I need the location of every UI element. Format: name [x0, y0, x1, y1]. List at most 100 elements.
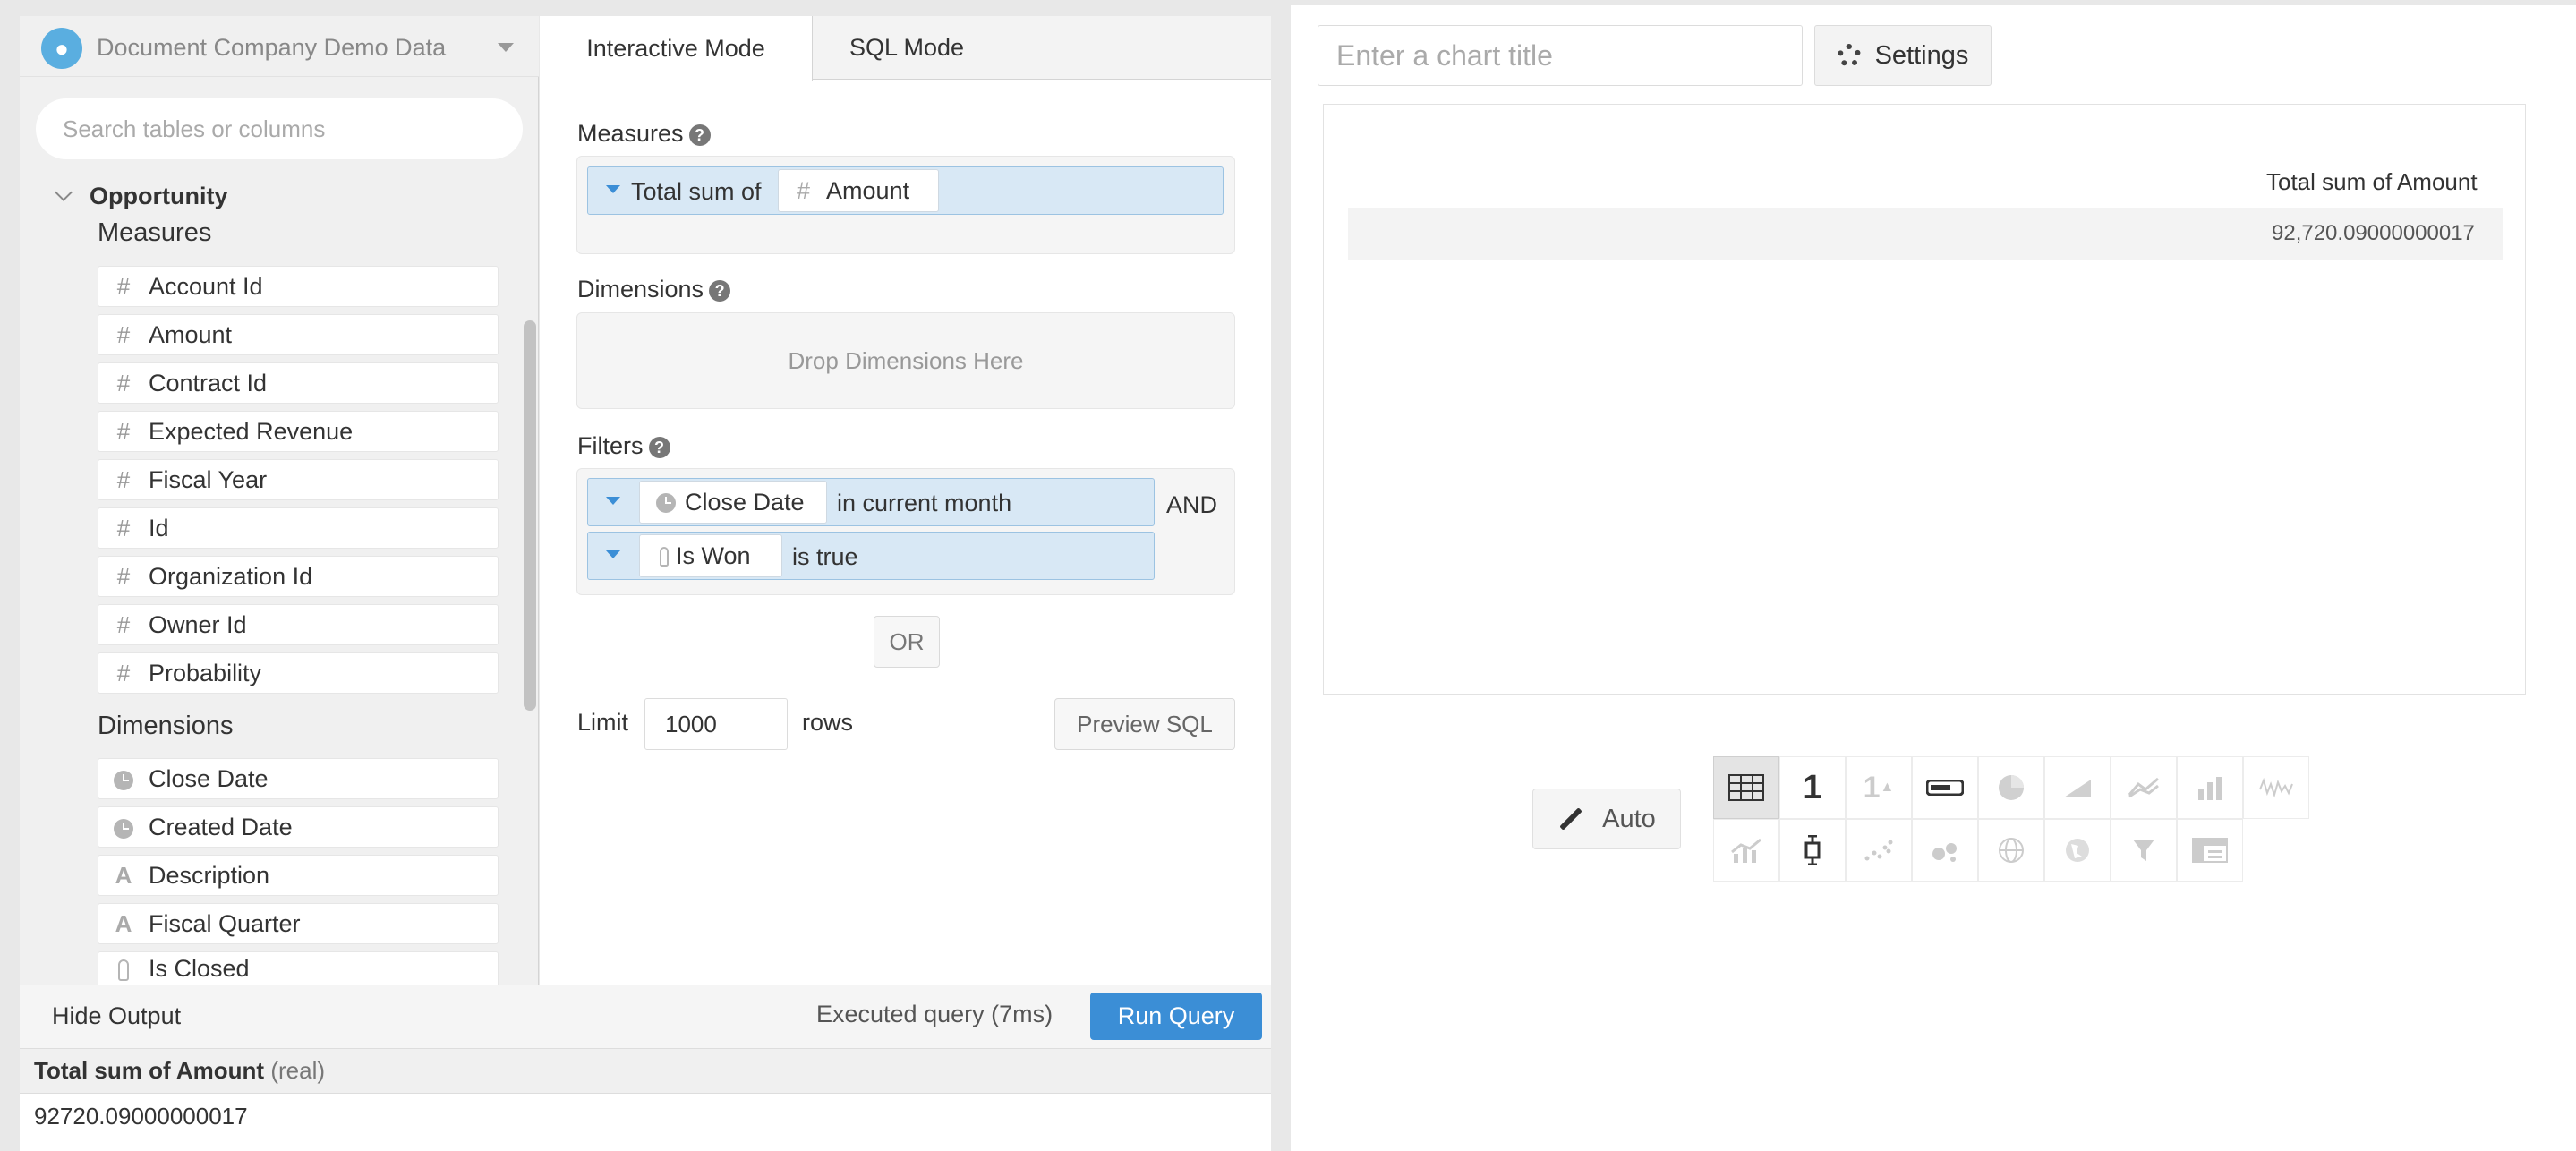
filters-label: Filters?: [577, 432, 670, 460]
measure-field[interactable]: # Probability: [98, 652, 499, 694]
viz-sparkline-icon[interactable]: [2243, 756, 2309, 819]
tab-sql-mode[interactable]: SQL Mode: [813, 16, 1001, 80]
measure-field[interactable]: # Fiscal Year: [98, 459, 499, 500]
viz-combo-icon[interactable]: [1713, 819, 1779, 882]
field-label: Organization Id: [149, 562, 313, 590]
viz-progress-icon[interactable]: [1912, 756, 1978, 819]
preview-sql-button[interactable]: Preview SQL: [1054, 698, 1235, 750]
field-label: Expected Revenue: [149, 417, 354, 445]
measure-field[interactable]: # Id: [98, 507, 499, 549]
hide-output-button[interactable]: Hide Output: [52, 1002, 181, 1030]
hash-icon: #: [116, 320, 131, 348]
run-query-button[interactable]: Run Query: [1090, 993, 1262, 1040]
text-icon: A: [115, 909, 132, 937]
settings-button[interactable]: Settings: [1814, 25, 1992, 86]
results-cell: 92720.09000000017: [34, 1103, 248, 1130]
hash-icon: #: [116, 659, 131, 686]
viz-area-icon[interactable]: [2044, 756, 2111, 819]
column-type: (real): [270, 1057, 325, 1084]
field-label: Created Date: [149, 813, 293, 840]
dimensions-label: Dimensions?: [577, 276, 731, 303]
aggregation-label[interactable]: Total sum of: [631, 178, 762, 206]
chevron-down-icon[interactable]: [498, 43, 514, 52]
measure-field-chip[interactable]: # Amount: [778, 169, 939, 212]
magic-wand-icon: [1559, 807, 1582, 831]
filter-field-chip[interactable]: Close Date: [639, 481, 827, 524]
boolean-icon: [660, 542, 669, 570]
dimension-field[interactable]: Created Date: [98, 806, 499, 848]
preview-column-header: Total sum of Amount: [2266, 168, 2478, 195]
sidebar-scroll-thumb[interactable]: [524, 320, 536, 711]
viz-pivot-icon[interactable]: [2177, 819, 2243, 882]
hash-icon: #: [116, 610, 131, 638]
measure-field[interactable]: # Organization Id: [98, 556, 499, 597]
viz-table-icon[interactable]: [1713, 756, 1779, 819]
caret-down-icon[interactable]: [606, 497, 620, 505]
viz-bar-icon[interactable]: [2177, 756, 2243, 819]
measures-heading: Measures: [98, 218, 212, 247]
dimension-field[interactable]: Close Date: [98, 758, 499, 799]
field-label: Fiscal Quarter: [149, 909, 301, 937]
dimension-field[interactable]: A Description: [98, 855, 499, 896]
field-label: Is Closed: [149, 954, 250, 982]
viz-globe-icon[interactable]: [1978, 819, 2044, 882]
viz-funnel-icon[interactable]: [2111, 819, 2177, 882]
measure-field[interactable]: # Expected Revenue: [98, 411, 499, 452]
help-icon[interactable]: ?: [648, 436, 670, 458]
boolean-icon: [98, 955, 149, 983]
schema-search-input[interactable]: [36, 98, 523, 159]
clock-icon: [98, 765, 149, 793]
auto-viz-button[interactable]: Auto: [1532, 789, 1681, 849]
help-icon[interactable]: ?: [709, 279, 731, 302]
filter-field-label: Is Won: [676, 541, 751, 569]
dimension-field[interactable]: A Fiscal Quarter: [98, 903, 499, 944]
or-button[interactable]: OR: [874, 616, 940, 668]
tab-interactive-mode[interactable]: Interactive Mode: [540, 16, 813, 81]
hash-icon: #: [116, 369, 131, 396]
dimensions-dropzone[interactable]: Drop Dimensions Here: [576, 312, 1235, 409]
field-label: Close Date: [149, 764, 269, 792]
chart-title-input[interactable]: [1318, 25, 1803, 86]
measure-field[interactable]: # Amount: [98, 314, 499, 355]
measures-label: Measures?: [577, 120, 711, 148]
viz-number-icon[interactable]: 1: [1779, 756, 1846, 819]
viz-scatter-icon[interactable]: [1846, 819, 1912, 882]
hash-icon: #: [116, 465, 131, 493]
measure-field[interactable]: # Contract Id: [98, 362, 499, 404]
hash-icon: #: [797, 176, 811, 204]
measure-field[interactable]: # Account Id: [98, 266, 499, 307]
text-icon: A: [115, 861, 132, 889]
field-label: Description: [149, 861, 270, 889]
results-column-header: Total sum of Amount (real): [34, 1057, 325, 1084]
preview-cell: 92,720.09000000017: [2272, 221, 2475, 245]
dimension-field[interactable]: Is Closed: [98, 951, 499, 985]
and-operator[interactable]: AND: [1166, 491, 1217, 519]
table-name[interactable]: Opportunity: [90, 183, 227, 210]
field-label: Contract Id: [149, 369, 268, 396]
hash-icon: #: [116, 514, 131, 541]
limit-input[interactable]: [644, 698, 788, 750]
field-label: Amount: [149, 320, 233, 348]
viz-line-icon[interactable]: [2111, 756, 2177, 819]
field-label: Owner Id: [149, 610, 247, 638]
rows-label: rows: [802, 709, 854, 736]
hash-icon: #: [116, 417, 131, 445]
caret-down-icon[interactable]: [606, 550, 620, 558]
viz-pie-icon[interactable]: [1978, 756, 2044, 819]
field-label: Account Id: [149, 272, 263, 300]
hash-icon: #: [116, 562, 131, 590]
viz-number-trend-icon[interactable]: 1 ▲: [1846, 756, 1912, 819]
measure-field[interactable]: # Owner Id: [98, 604, 499, 645]
viz-geo-icon[interactable]: [2044, 819, 2111, 882]
viz-box-plot-icon[interactable]: [1779, 819, 1846, 882]
viz-bubble-icon[interactable]: [1912, 819, 1978, 882]
datasource-logo-icon: ●: [41, 28, 82, 69]
datasource-name[interactable]: Document Company Demo Data: [97, 32, 446, 63]
caret-down-icon[interactable]: [606, 185, 620, 193]
help-icon[interactable]: ?: [688, 124, 711, 146]
gear-icon: [1837, 44, 1861, 67]
output-toolbar: [20, 985, 1271, 1049]
filter-condition[interactable]: is true: [792, 543, 858, 571]
filter-field-chip[interactable]: Is Won: [639, 534, 782, 577]
filter-condition[interactable]: in current month: [837, 490, 1011, 517]
